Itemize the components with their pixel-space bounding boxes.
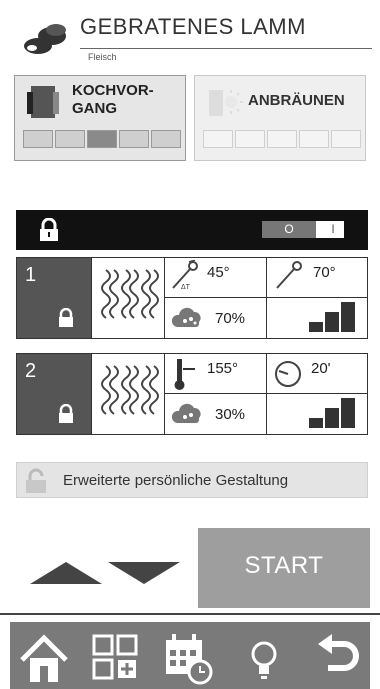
thermometer-icon — [174, 359, 195, 390]
browning-step-5[interactable] — [331, 130, 361, 148]
fan-speed-cell[interactable] — [267, 394, 367, 434]
humidity-value: 30% — [215, 406, 246, 423]
calendar-schedule-icon[interactable] — [160, 630, 216, 686]
oven-temp-cell[interactable]: 155° — [165, 354, 267, 394]
browning-step-4[interactable] — [299, 130, 329, 148]
fan-speed-cell[interactable] — [267, 298, 367, 338]
humidity-value: 70% — [215, 310, 246, 327]
phase-number: 2 — [25, 360, 37, 382]
phase-number-cell[interactable]: 2 — [17, 354, 91, 434]
header: GEBRATENES LAMM Fleisch — [14, 10, 372, 62]
add-program-icon[interactable] — [88, 630, 144, 686]
browning-step-2[interactable] — [235, 130, 265, 148]
scroll-down-arrow[interactable] — [108, 562, 180, 584]
switch-on-label: I — [331, 222, 335, 236]
convection-steam-cell[interactable] — [91, 354, 165, 434]
phase-row-1[interactable]: 1 ΔT 45° 70° 70% — [16, 257, 368, 339]
phase-number: 1 — [25, 264, 37, 286]
humidity-cell[interactable]: 30% — [165, 394, 267, 434]
humidity-cloud-icon — [171, 403, 201, 423]
home-icon[interactable] — [16, 630, 72, 686]
start-button[interactable]: START — [198, 528, 370, 608]
core-probe-icon — [276, 261, 302, 289]
phase-row-2[interactable]: 2 155° 20' 30% — [16, 353, 368, 435]
bottom-nav — [10, 622, 370, 689]
phase-lock-icon — [59, 404, 73, 423]
delta-t-sub: ΔT — [181, 284, 190, 291]
mode-cooking-label: KOCHVOR- GANG — [72, 82, 154, 118]
browning-steps — [203, 130, 361, 148]
fan-speed-bars-icon — [309, 302, 355, 332]
back-icon[interactable] — [310, 630, 366, 686]
browning-step-1[interactable] — [203, 130, 233, 148]
cooking-step-5[interactable] — [151, 130, 181, 148]
advanced-customization-label: Erweiterte persönliche Gestaltung — [63, 472, 289, 489]
tips-bulb-icon[interactable] — [236, 630, 292, 686]
cooking-step-1[interactable] — [23, 130, 53, 148]
switch-off-label: O — [262, 221, 316, 238]
title-divider — [80, 48, 372, 49]
recipe-category: Fleisch — [88, 52, 117, 62]
browning-heat-icon — [209, 90, 243, 116]
nav-divider — [0, 613, 380, 615]
mode-browning-button[interactable]: ANBRÄUNEN — [194, 75, 366, 161]
fan-speed-bars-icon — [309, 398, 355, 428]
lock-toggle-switch[interactable]: O I — [262, 221, 344, 238]
convection-steam-cell[interactable] — [91, 258, 165, 338]
mode-cooking-label-text: KOCHVOR- GANG — [72, 82, 154, 117]
delta-t-value: 45° — [207, 264, 230, 281]
cooking-steps — [23, 130, 181, 148]
app-screen: GEBRATENES LAMM Fleisch KOCHVOR- GANG AN… — [0, 0, 380, 689]
cooking-step-2[interactable] — [55, 130, 85, 148]
humidity-cell[interactable]: 70% — [165, 298, 267, 338]
oven-cooking-icon — [27, 86, 59, 118]
cooking-step-4[interactable] — [119, 130, 149, 148]
browning-step-3[interactable] — [267, 130, 297, 148]
mode-cooking-button[interactable]: KOCHVOR- GANG — [14, 75, 186, 161]
lock-icon — [40, 218, 58, 241]
phase-lock-icon — [59, 308, 73, 327]
humidity-cloud-icon — [171, 307, 201, 327]
oven-temp-value: 155° — [207, 360, 239, 377]
lock-bar: O I — [16, 210, 368, 250]
time-value: 20' — [311, 360, 331, 377]
convection-steam-icon — [101, 365, 159, 415]
scroll-up-arrow[interactable] — [30, 562, 102, 584]
mode-browning-label: ANBRÄUNEN — [248, 92, 345, 109]
time-cell[interactable]: 20' — [267, 354, 367, 394]
clock-icon — [275, 361, 301, 387]
core-temp-value: 70° — [313, 264, 336, 281]
unlock-icon — [26, 468, 46, 493]
meat-category-icon — [24, 24, 66, 54]
phase-number-cell[interactable]: 1 — [17, 258, 91, 338]
convection-steam-icon — [101, 269, 159, 319]
advanced-customization-button[interactable]: Erweiterte persönliche Gestaltung — [16, 462, 368, 498]
cooking-step-3[interactable] — [87, 130, 117, 148]
core-temp-cell[interactable]: 70° — [267, 258, 367, 298]
delta-t-cell[interactable]: ΔT 45° — [165, 258, 267, 298]
recipe-title: GEBRATENES LAMM — [80, 14, 306, 39]
